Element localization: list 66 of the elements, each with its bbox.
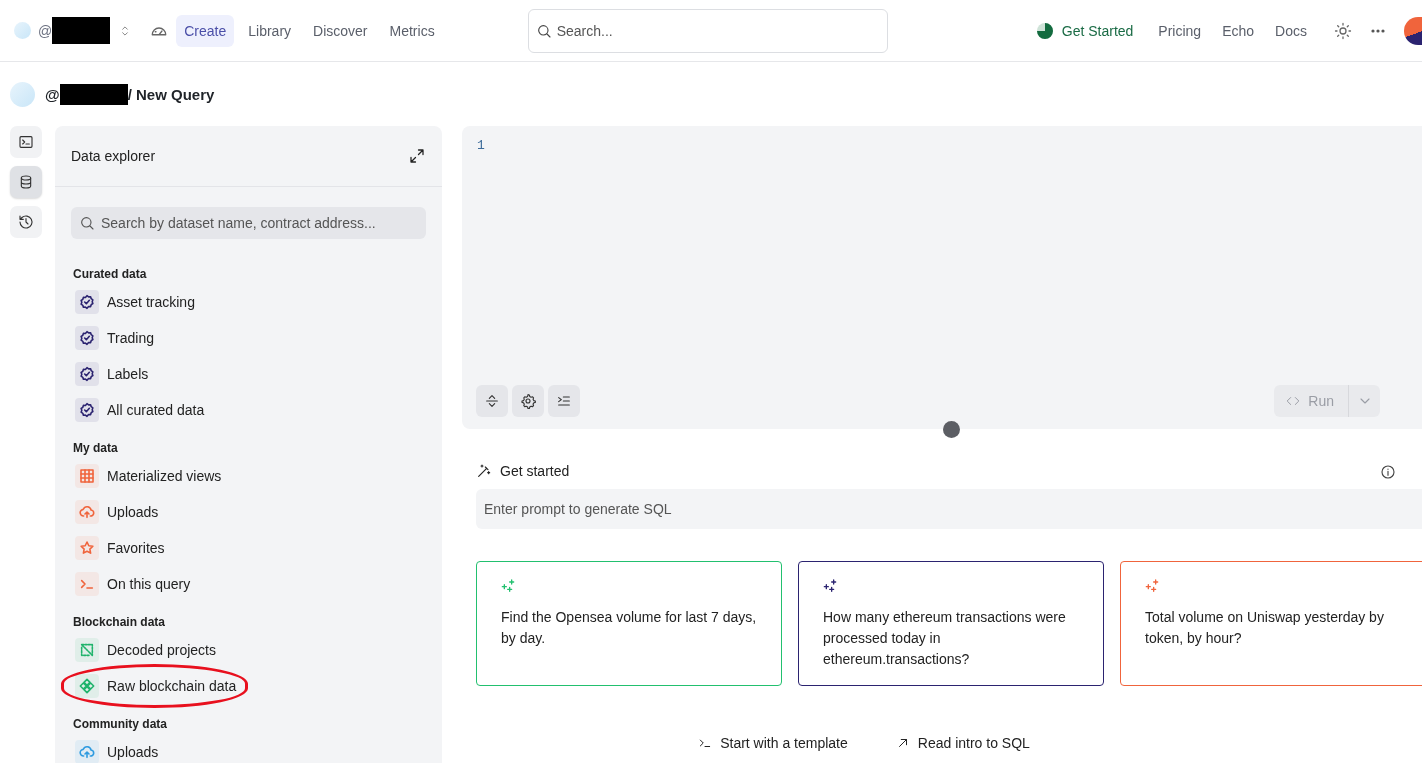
nav-link[interactable]: Docs bbox=[1275, 22, 1307, 39]
footer-link[interactable]: Start with a template bbox=[698, 735, 848, 751]
toolbar-button[interactable] bbox=[512, 385, 544, 417]
nav-tab[interactable]: Discover bbox=[305, 14, 376, 47]
suggestion-text: Total volume on Uniswap yesterday by token, by hour? bbox=[1145, 608, 1385, 648]
section-heading: Community data bbox=[73, 717, 168, 731]
collapse-icon bbox=[484, 393, 500, 409]
search-icon bbox=[535, 22, 552, 39]
sun-icon[interactable] bbox=[1334, 21, 1352, 40]
query-title: / New Query bbox=[127, 85, 215, 103]
dataset-link[interactable]: Materialized views bbox=[107, 468, 222, 484]
prompt-field[interactable]: Enter prompt to generate SQL bbox=[476, 489, 1422, 529]
section-title: Get started bbox=[500, 463, 570, 479]
magic-wand-icon bbox=[476, 463, 492, 479]
dataset-link[interactable]: Decoded projects bbox=[107, 642, 216, 658]
terminal-tab[interactable] bbox=[10, 126, 42, 158]
suggestion-card[interactable]: Find the Opensea volume for last 7 days, by day. bbox=[476, 561, 782, 686]
account-handle[interactable]: @ bbox=[38, 22, 53, 39]
database-tab[interactable] bbox=[10, 166, 42, 198]
suggestion-text: How many ethereum transactions were processed today in ethereum.transactions? bbox=[823, 608, 1067, 669]
suggestion-text: Find the Opensea volume for last 7 days, by day. bbox=[501, 608, 757, 648]
dataset-link[interactable]: Favorites bbox=[107, 540, 165, 556]
indent-icon bbox=[556, 393, 572, 409]
line-number: 1 bbox=[476, 138, 486, 153]
dataset-link[interactable]: Labels bbox=[107, 366, 149, 382]
suggestion-card[interactable]: Total volume on Uniswap yesterday by token, by hour? bbox=[1120, 561, 1422, 686]
sparkle-icon bbox=[823, 578, 839, 594]
dataset-link[interactable]: Trading bbox=[107, 330, 154, 346]
dataset-search-field[interactable]: Search by dataset name, contract address... bbox=[71, 207, 426, 239]
info-icon[interactable] bbox=[1380, 464, 1396, 480]
nav-tab[interactable]: Metrics bbox=[381, 14, 443, 47]
avatar[interactable] bbox=[1404, 16, 1422, 45]
dataset-link[interactable]: Uploads bbox=[107, 744, 159, 760]
dataset-link[interactable]: All curated data bbox=[107, 402, 205, 418]
suggestion-card[interactable]: How many ethereum transactions were processed today in ethereum.transactions? bbox=[798, 561, 1104, 686]
panel-title: Data explorer bbox=[71, 148, 156, 164]
section-heading: Curated data bbox=[73, 267, 148, 281]
terminal-icon bbox=[698, 736, 713, 750]
history-tab[interactable] bbox=[10, 206, 42, 238]
nav-link[interactable]: Echo bbox=[1222, 22, 1255, 39]
resize-handle[interactable] bbox=[943, 421, 960, 438]
dataset-link[interactable]: On this query bbox=[107, 576, 191, 592]
owner-handle[interactable]: @ bbox=[45, 85, 60, 103]
code-icon bbox=[1286, 394, 1301, 408]
dataset-link[interactable]: Raw blockchain data bbox=[107, 678, 237, 694]
dataset-link[interactable]: Asset tracking bbox=[107, 294, 195, 310]
sparkle-icon bbox=[1145, 578, 1161, 594]
nav-tab[interactable]: Library bbox=[240, 14, 300, 47]
settings-icon bbox=[520, 393, 536, 409]
history-icon bbox=[18, 214, 34, 230]
owner-avatar bbox=[10, 81, 35, 107]
database-icon bbox=[18, 174, 34, 190]
sparkle-icon bbox=[501, 578, 517, 594]
section-heading: Blockchain data bbox=[73, 615, 167, 629]
nav-tab[interactable]: Create bbox=[176, 14, 235, 47]
toolbar-button[interactable] bbox=[476, 385, 508, 417]
nav-link[interactable]: Pricing bbox=[1158, 22, 1202, 39]
expand-icon[interactable] bbox=[408, 147, 426, 165]
pie-chart-icon bbox=[1036, 22, 1053, 39]
dataset-link[interactable]: Uploads bbox=[107, 504, 159, 520]
search-field[interactable]: Search... bbox=[527, 8, 888, 53]
footer-link[interactable]: Read intro to SQL bbox=[895, 735, 1030, 751]
search-icon bbox=[79, 215, 95, 231]
terminal-icon bbox=[18, 134, 34, 150]
get-started-link[interactable]: Get Started bbox=[1036, 22, 1134, 39]
section-heading: My data bbox=[73, 441, 119, 455]
